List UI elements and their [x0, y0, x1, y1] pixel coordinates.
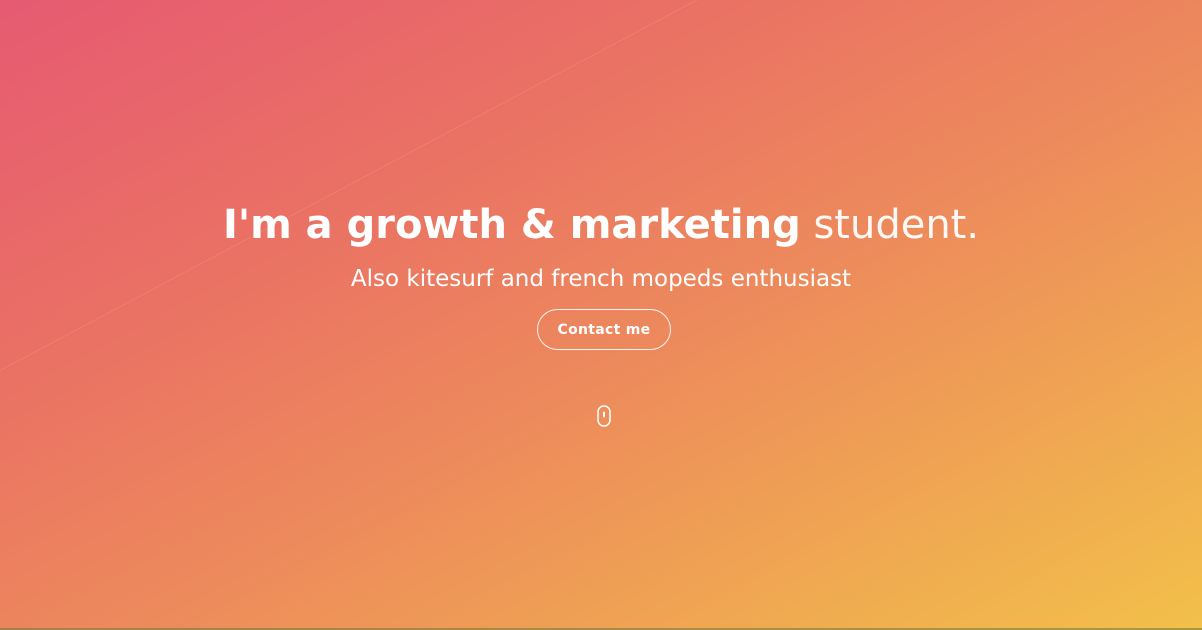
headline-strong: I'm a growth & marketing [222, 202, 801, 248]
headline-light: student. [813, 202, 980, 248]
contact-me-button[interactable]: Contact me [537, 309, 671, 350]
hero-subheadline: Also kitesurf and french mopeds enthusia… [350, 266, 852, 292]
mouse-scroll-icon[interactable] [597, 405, 611, 427]
hero-section: I'm a growth & marketing student. Also k… [0, 0, 1202, 630]
hero-headline: I'm a growth & marketing student. [0, 198, 1202, 252]
